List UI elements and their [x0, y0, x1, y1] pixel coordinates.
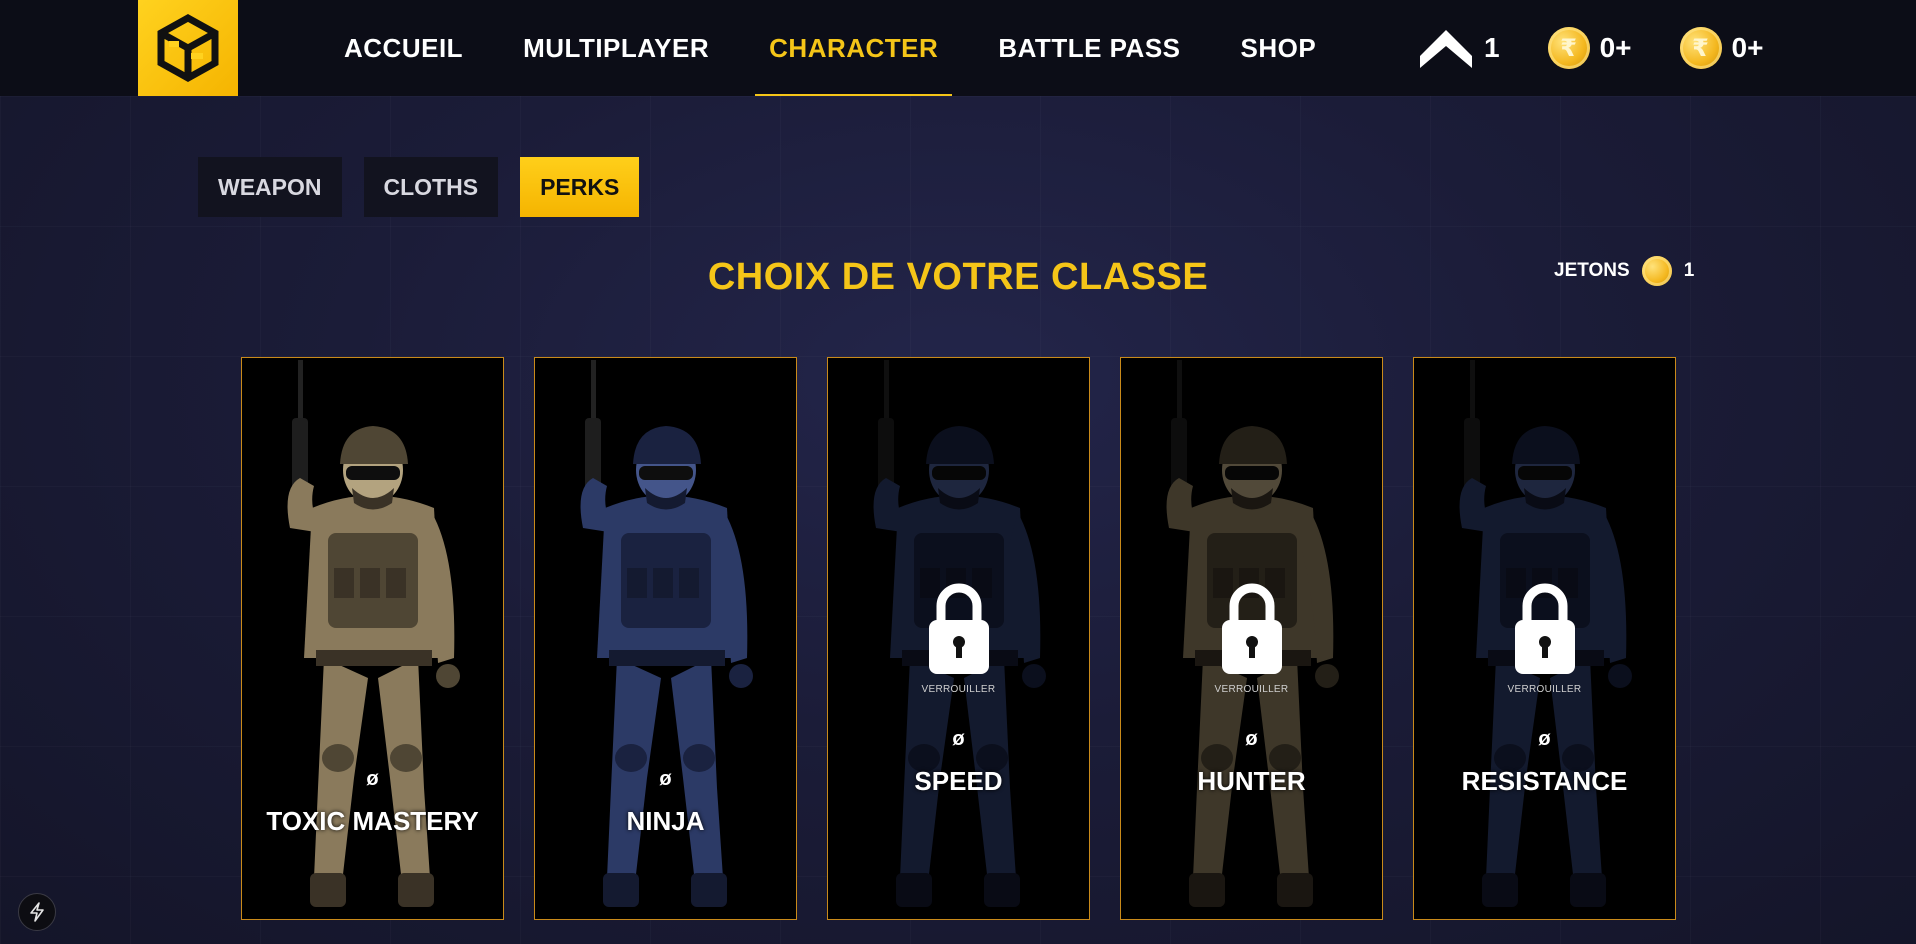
- currency-1-value: 0+: [1599, 32, 1632, 63]
- main-nav: ACCUEIL MULTIPLAYER CHARACTER BATTLE PAS…: [314, 0, 1346, 96]
- rupee-coin-icon: ₹: [1547, 27, 1590, 69]
- perk-name: RESISTANCE: [1461, 766, 1628, 796]
- perk-symbol: ø: [952, 728, 965, 750]
- nav-shop[interactable]: SHOP: [1211, 0, 1347, 96]
- tokens-value: 1: [1683, 260, 1695, 281]
- lock-label: VERROUILLER: [921, 684, 996, 695]
- perk-card-resistance[interactable]: VERROUILLER ø RESISTANCE: [1413, 357, 1676, 920]
- perk-card-ninja[interactable]: ø NINJA: [534, 357, 797, 920]
- perk-name: SPEED: [914, 766, 1003, 796]
- padlock-icon: [1515, 583, 1575, 674]
- perk-card-toxic-mastery[interactable]: ø TOXIC MASTERY: [241, 357, 504, 920]
- tokens-label: JETONS: [1554, 260, 1630, 281]
- lock-label: VERROUILLER: [1507, 684, 1582, 695]
- padlock-icon: [1222, 583, 1282, 674]
- nav-multiplayer[interactable]: MULTIPLAYER: [493, 0, 739, 96]
- perk-symbol: ø: [1538, 728, 1551, 750]
- padlock-icon: [929, 583, 989, 674]
- tab-cloths[interactable]: CLOTHS: [363, 157, 499, 217]
- rank-stat[interactable]: 1: [1418, 28, 1500, 68]
- brand-logo[interactable]: [138, 0, 238, 96]
- character-tabs: WEAPON CLOTHS PERKS: [198, 157, 661, 217]
- chevron-rank-icon: [1420, 30, 1472, 68]
- cube-logo-icon: [157, 13, 219, 83]
- perk-symbol: ø: [366, 768, 379, 790]
- perk-cards: ø TOXIC MASTERY ø NINJA VERROUILLER ø SP…: [241, 357, 1706, 920]
- perk-card-speed[interactable]: VERROUILLER ø SPEED: [827, 357, 1090, 920]
- perk-name: TOXIC MASTERY: [266, 806, 479, 836]
- perk-symbol: ø: [659, 768, 672, 790]
- perk-name: NINJA: [626, 806, 705, 836]
- tab-weapon[interactable]: WEAPON: [198, 157, 342, 217]
- perk-name: HUNTER: [1197, 766, 1306, 796]
- lightning-bolt-icon: [30, 902, 44, 922]
- currency-stat-1[interactable]: ₹ 0+: [1547, 27, 1632, 69]
- lock-label: VERROUILLER: [1214, 684, 1289, 695]
- quick-action-button[interactable]: [18, 893, 56, 931]
- rupee-coin-icon: ₹: [1679, 27, 1722, 69]
- rank-value: 1: [1484, 32, 1500, 63]
- currency-stat-2[interactable]: ₹ 0+: [1679, 27, 1764, 69]
- nav-battle-pass[interactable]: BATTLE PASS: [968, 0, 1210, 96]
- coin-icon: [1641, 256, 1672, 286]
- perk-card-hunter[interactable]: VERROUILLER ø HUNTER: [1120, 357, 1383, 920]
- perk-symbol: ø: [1245, 728, 1258, 750]
- nav-accueil[interactable]: ACCUEIL: [314, 0, 493, 96]
- tab-perks[interactable]: PERKS: [520, 157, 640, 217]
- currency-2-value: 0+: [1731, 32, 1764, 63]
- top-navbar: ACCUEIL MULTIPLAYER CHARACTER BATTLE PAS…: [0, 0, 1916, 96]
- tokens-counter: JETONS 1: [1554, 256, 1694, 286]
- player-stats: 1 ₹ 0+ ₹ 0+: [1418, 0, 1811, 96]
- nav-character[interactable]: CHARACTER: [739, 0, 968, 96]
